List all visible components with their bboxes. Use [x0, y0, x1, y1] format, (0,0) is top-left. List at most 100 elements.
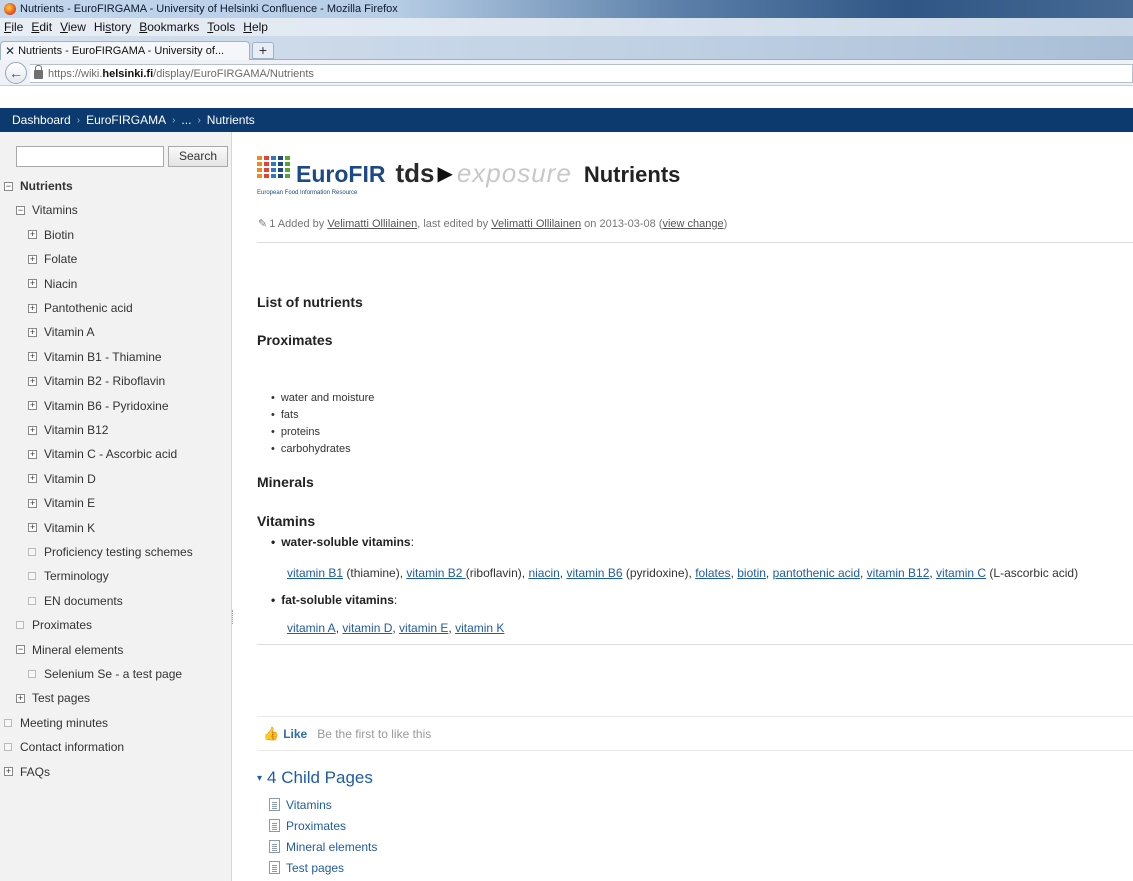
breadcrumb-item[interactable]: Nutrients — [207, 113, 255, 127]
menu-edit[interactable]: Edit — [27, 20, 56, 34]
page-tree-sidebar: Search − Nutrients − Vitamins + Biotin + Folate… — [0, 132, 232, 881]
expand-icon[interactable]: + — [28, 254, 37, 264]
like-button[interactable]: Like — [283, 727, 307, 741]
child-page-link[interactable]: Vitamins — [269, 794, 377, 815]
logo-bar — [257, 174, 262, 178]
page-bullet-icon — [28, 596, 36, 605]
page-bullet-icon — [16, 621, 24, 630]
tab-label: Nutrients - EuroFIRGAMA - University of.… — [18, 45, 225, 57]
menu-history[interactable]: History — [90, 20, 135, 34]
tree-item[interactable]: + Niacin — [28, 272, 77, 296]
vitamin-link[interactable]: niacin — [528, 566, 559, 580]
tree-item[interactable]: + Vitamin E — [28, 491, 95, 515]
child-page-link[interactable]: Mineral elements — [269, 836, 377, 857]
tree-item[interactable]: Selenium Se - a test page — [28, 662, 182, 686]
collapse-icon[interactable]: − — [16, 205, 25, 215]
expand-icon[interactable]: + — [28, 523, 37, 533]
expand-icon[interactable]: + — [28, 474, 37, 484]
logo-bar — [264, 156, 269, 160]
search-button[interactable]: Search — [168, 146, 228, 167]
breadcrumb-item[interactable]: Dashboard — [12, 113, 71, 127]
tree-item[interactable]: Meeting minutes — [4, 711, 108, 735]
menu-bookmarks[interactable]: Bookmarks — [135, 20, 203, 34]
tree-item[interactable]: Terminology — [28, 564, 109, 588]
expand-icon[interactable]: + — [28, 230, 37, 240]
expand-icon[interactable]: + — [28, 401, 37, 411]
browser-tab[interactable]: ✕ Nutrients - EuroFIRGAMA - University o… — [0, 41, 250, 60]
child-page-link[interactable]: Proximates — [269, 815, 377, 836]
tree-item[interactable]: Contact information — [4, 735, 124, 759]
expand-icon[interactable]: + — [28, 449, 37, 459]
vitamin-link[interactable]: vitamin E — [399, 621, 448, 635]
expand-icon[interactable]: + — [28, 279, 37, 289]
breadcrumb-item[interactable]: ... — [181, 113, 191, 127]
vitamin-link[interactable]: pantothenic acid — [773, 566, 860, 580]
view-change-link[interactable]: view change — [662, 218, 723, 230]
editor-link[interactable]: Velimatti Ollilainen — [491, 218, 581, 230]
logo-bar — [257, 168, 262, 172]
tree-item[interactable]: − Nutrients — [4, 174, 73, 198]
page-bullet-icon — [28, 670, 36, 678]
vitamin-link[interactable]: vitamin C — [936, 566, 986, 580]
tree-item[interactable]: + Vitamin C - Ascorbic acid — [28, 442, 177, 466]
expand-icon[interactable]: + — [28, 376, 37, 386]
new-tab-button[interactable]: + — [252, 42, 274, 59]
url-bar[interactable]: https://wiki. helsinki.fi/display/EuroFIR… — [30, 64, 1133, 83]
breadcrumb: Dashboard › EuroFIRGAMA ›... › Nutrients — [0, 108, 1133, 132]
back-arrow-icon[interactable]: ← — [5, 62, 27, 84]
version-number[interactable]: 1 — [269, 218, 275, 230]
child-page-link[interactable]: Test pages — [269, 857, 377, 878]
expand-icon[interactable]: + — [28, 352, 37, 362]
tree-item[interactable]: Proficiency testing schemes — [28, 540, 193, 564]
tree-item[interactable]: + Vitamin B1 - Thiamine — [28, 345, 162, 369]
tree-item[interactable]: + Vitamin A — [28, 320, 94, 344]
expand-icon[interactable]: + — [16, 693, 25, 703]
tree-item[interactable]: + Test pages — [16, 686, 90, 710]
author-link[interactable]: Velimatti Ollilainen — [327, 218, 417, 230]
header-spacer — [0, 86, 1133, 108]
expand-icon[interactable]: + — [28, 303, 37, 313]
menu-file[interactable]: File — [0, 20, 27, 34]
tree-item[interactable]: + Vitamin K — [28, 516, 95, 540]
tree-item[interactable]: − Mineral elements — [16, 638, 123, 662]
tree-item-label: Folate — [44, 252, 78, 267]
vitamin-link[interactable]: vitamin B6 — [566, 566, 622, 580]
expand-icon[interactable]: + — [4, 767, 13, 777]
tree-item[interactable]: + Vitamin B12 — [28, 418, 108, 442]
logo-bar — [264, 174, 269, 178]
list-item: fats — [271, 407, 374, 424]
tree-item[interactable]: − Vitamins — [16, 198, 78, 222]
tree-item[interactable]: + Pantothenic acid — [28, 296, 133, 320]
tree-item[interactable]: Proximates — [16, 613, 92, 637]
expand-icon[interactable]: + — [28, 425, 37, 435]
child-pages-toggle[interactable]: ▾ 4 Child Pages — [257, 768, 373, 788]
collapse-icon[interactable]: − — [4, 181, 13, 191]
vitamin-link[interactable]: vitamin B1 — [287, 566, 343, 580]
menu-help[interactable]: Help — [239, 20, 272, 34]
search-input[interactable] — [16, 146, 164, 167]
tree-item[interactable]: + FAQs — [4, 760, 50, 784]
tree-item[interactable]: EN documents — [28, 589, 123, 613]
tree-item[interactable]: + Folate — [28, 247, 77, 271]
tree-item[interactable]: + Vitamin B2 - Riboflavin — [28, 369, 165, 393]
menu-tools[interactable]: Tools — [203, 20, 239, 34]
vitamin-link[interactable]: vitamin B12 — [867, 566, 930, 580]
breadcrumb-item[interactable]: EuroFIRGAMA — [86, 113, 166, 127]
tree-item[interactable]: + Vitamin B6 - Pyridoxine — [28, 394, 169, 418]
vitamin-link[interactable]: vitamin A — [287, 621, 336, 635]
tree-item[interactable]: + Vitamin D — [28, 467, 96, 491]
collapse-icon[interactable]: − — [16, 645, 25, 655]
vitamin-link[interactable]: vitamin B2 — [406, 566, 465, 580]
vitamin-link[interactable]: biotin — [737, 566, 766, 580]
expand-icon[interactable]: + — [28, 327, 37, 337]
tree-item[interactable]: + Biotin — [28, 223, 74, 247]
vitamin-link[interactable]: vitamin K — [455, 621, 504, 635]
page-bullet-icon — [28, 572, 36, 581]
vitamin-link[interactable]: vitamin D — [342, 621, 392, 635]
tree-item-label: Vitamin D — [44, 471, 96, 486]
expand-icon[interactable]: + — [28, 498, 37, 508]
thumbs-up-icon[interactable]: 👍 — [263, 726, 279, 742]
menu-bar: File Edit View History Bookmarks Tools Help — [0, 18, 1133, 36]
vitamin-link[interactable]: folates — [695, 566, 730, 580]
menu-view[interactable]: View — [56, 20, 90, 34]
